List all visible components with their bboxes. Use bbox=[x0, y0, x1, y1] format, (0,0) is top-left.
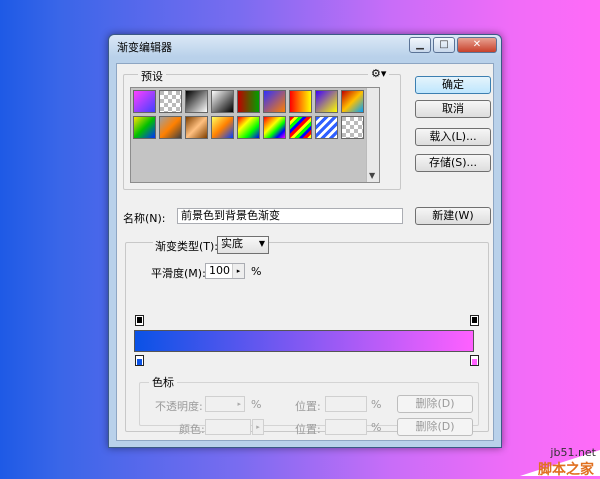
chevron-down-icon: ▼ bbox=[258, 239, 265, 248]
ok-button[interactable]: 确定 bbox=[415, 76, 491, 94]
color-stop-right[interactable] bbox=[470, 355, 479, 366]
preset-swatch[interactable] bbox=[315, 90, 338, 113]
preset-swatch[interactable] bbox=[341, 116, 364, 139]
gradient-editor-window: 渐变编辑器 ▁ □ ✕ 预设 ⚙▾ ▼ 确定 取消 载入(L)... 存储(S)… bbox=[108, 34, 502, 448]
watermark-name: 脚本之家 bbox=[538, 462, 594, 478]
chevron-right-icon: ▸ bbox=[236, 267, 241, 275]
cancel-button[interactable]: 取消 bbox=[415, 100, 491, 118]
save-button[interactable]: 存储(S)... bbox=[415, 154, 491, 172]
minimize-icon: ▁ bbox=[416, 39, 424, 50]
delete-button-color[interactable]: 删除(D) bbox=[397, 418, 473, 436]
gradient-type-select[interactable]: 实底 ▼ bbox=[217, 236, 269, 254]
location-input-1[interactable] bbox=[325, 396, 367, 412]
presets-list[interactable]: ▼ bbox=[130, 87, 380, 183]
name-input[interactable]: 前景色到背景色渐变 bbox=[177, 208, 403, 224]
preset-swatch[interactable] bbox=[211, 116, 234, 139]
opacity-label: 不透明度: bbox=[155, 400, 203, 413]
name-label: 名称(N): bbox=[123, 212, 166, 225]
color-stop-left[interactable] bbox=[135, 355, 144, 366]
color-label: 颜色: bbox=[179, 423, 205, 436]
preset-swatch[interactable] bbox=[133, 90, 156, 113]
preset-swatch[interactable] bbox=[237, 116, 260, 139]
scroll-down-icon[interactable]: ▼ bbox=[369, 171, 375, 180]
smoothness-percent: % bbox=[251, 265, 262, 278]
smoothness-input[interactable]: 100 ▸ bbox=[205, 263, 245, 279]
chevron-right-icon: ▸ bbox=[237, 400, 241, 408]
opacity-unit: % bbox=[251, 398, 262, 411]
presets-label: 预设 bbox=[138, 68, 166, 84]
location-label-2: 位置: bbox=[295, 423, 321, 436]
close-button[interactable]: ✕ bbox=[457, 37, 497, 53]
preset-swatch[interactable] bbox=[315, 116, 338, 139]
preset-swatch[interactable] bbox=[211, 90, 234, 113]
close-icon: ✕ bbox=[472, 39, 482, 50]
watermark-site: jb51.net bbox=[550, 446, 596, 459]
title-bar[interactable]: 渐变编辑器 ▁ □ ✕ bbox=[109, 35, 501, 57]
smoothness-label: 平滑度(M): bbox=[151, 267, 206, 280]
location-input-2[interactable] bbox=[325, 419, 367, 435]
maximize-button[interactable]: □ bbox=[433, 37, 455, 53]
preset-swatch[interactable] bbox=[263, 116, 286, 139]
location-unit-2: % bbox=[371, 421, 382, 434]
location-unit-1: % bbox=[371, 398, 382, 411]
smoothness-slider-toggle[interactable]: ▸ bbox=[232, 264, 244, 278]
gradient-type-label: 渐变类型(T): bbox=[153, 238, 221, 254]
watermark: jb51.net 脚本之家 bbox=[480, 436, 600, 478]
preset-swatch[interactable] bbox=[159, 90, 182, 113]
gear-icon[interactable]: ⚙▾ bbox=[368, 67, 390, 80]
color-swatch[interactable]: ▸ bbox=[205, 419, 264, 435]
load-button[interactable]: 载入(L)... bbox=[415, 128, 491, 146]
window-title: 渐变编辑器 bbox=[117, 41, 172, 54]
delete-button-opacity[interactable]: 删除(D) bbox=[397, 395, 473, 413]
color-arrow-icon[interactable]: ▸ bbox=[252, 419, 264, 435]
dialog-body: 预设 ⚙▾ ▼ 确定 取消 载入(L)... 存储(S)... 名称(N): 前… bbox=[116, 63, 494, 441]
new-button[interactable]: 新建(W) bbox=[415, 207, 491, 225]
smoothness-value: 100 bbox=[209, 264, 230, 277]
preset-swatch[interactable] bbox=[159, 116, 182, 139]
preset-swatch[interactable] bbox=[185, 116, 208, 139]
presets-group: 预设 ⚙▾ ▼ bbox=[123, 67, 401, 190]
maximize-icon: □ bbox=[439, 39, 449, 50]
minimize-button[interactable]: ▁ bbox=[409, 37, 431, 53]
presets-scrollbar[interactable]: ▼ bbox=[366, 88, 379, 182]
preset-swatch[interactable] bbox=[263, 90, 286, 113]
preset-swatch[interactable] bbox=[341, 90, 364, 113]
gradient-bar[interactable] bbox=[134, 330, 474, 352]
location-label-1: 位置: bbox=[295, 400, 321, 413]
preset-swatch[interactable] bbox=[237, 90, 260, 113]
preset-swatch[interactable] bbox=[289, 90, 312, 113]
opacity-stop-left[interactable] bbox=[135, 315, 144, 326]
gradient-type-value: 实底 bbox=[221, 237, 243, 250]
preset-swatch[interactable] bbox=[289, 116, 312, 139]
preset-swatch[interactable] bbox=[133, 116, 156, 139]
opacity-stop-right[interactable] bbox=[470, 315, 479, 326]
opacity-input[interactable]: ▸ bbox=[205, 396, 245, 412]
stops-label: 色标 bbox=[149, 374, 177, 390]
preset-swatch[interactable] bbox=[185, 90, 208, 113]
